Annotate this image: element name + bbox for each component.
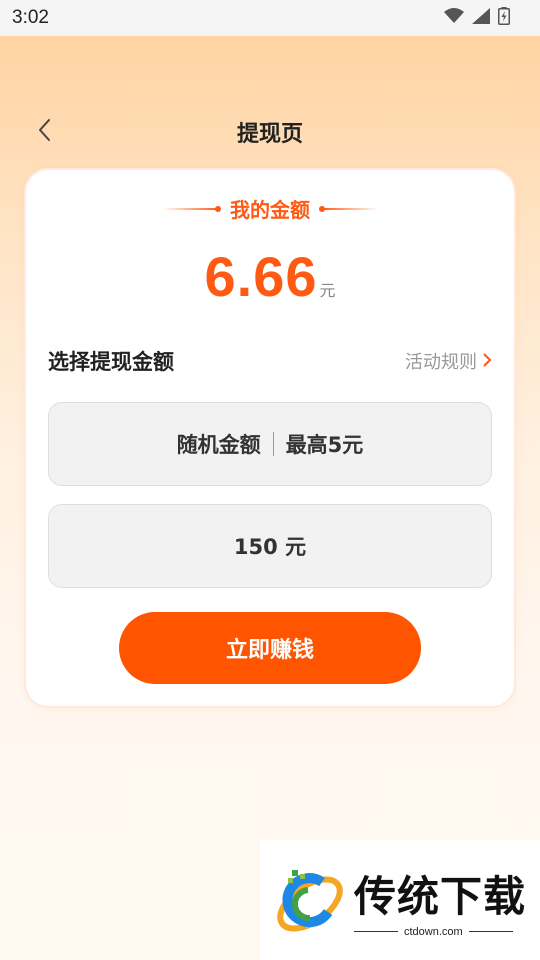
balance-header: 我的金额 (26, 194, 514, 223)
withdraw-section-header: 选择提现金额 活动规则 (48, 344, 492, 378)
activity-rules-link[interactable]: 活动规则 (405, 348, 492, 374)
status-icons (444, 7, 510, 29)
withdraw-option-150[interactable]: 150 元 (48, 504, 492, 588)
withdraw-option-random[interactable]: 随机金额 最高5元 (48, 402, 492, 486)
back-button[interactable] (28, 116, 60, 148)
page-header: 提现页 (0, 108, 540, 156)
balance-label: 我的金额 (230, 198, 310, 222)
watermark-title: 传统下载 (354, 871, 527, 921)
battery-icon (498, 7, 510, 29)
chevron-right-icon (483, 351, 492, 372)
option-divider (272, 432, 274, 456)
withdraw-card: 我的金额 6.66 元 选择提现金额 活动规则 随机金额 最高5元 150 元 … (26, 170, 514, 706)
signal-icon (472, 8, 490, 28)
watermark: 传统下载 ctdown.com (260, 840, 540, 960)
earn-money-label: 立即赚钱 (225, 638, 314, 663)
withdraw-section-title: 选择提现金额 (48, 350, 174, 374)
balance-amount: 6.66 (204, 245, 318, 308)
watermark-line-right (468, 931, 513, 932)
option-random-label: 随机金额 (176, 433, 261, 457)
wifi-icon (444, 8, 464, 28)
back-chevron-icon (37, 118, 51, 146)
activity-rules-label: 活动规则 (405, 352, 477, 373)
option-max-label: 最高5元 (285, 433, 364, 457)
decorative-line-left (162, 205, 221, 212)
option-150-label: 150 元 (233, 535, 307, 559)
balance-unit: 元 (319, 281, 336, 300)
watermark-text: 传统下载 ctdown.com (354, 863, 526, 938)
page-title: 提现页 (236, 122, 303, 147)
watermark-line-left (354, 931, 398, 932)
watermark-domain: ctdown.com (404, 925, 463, 938)
status-time: 3:02 (12, 7, 49, 28)
decorative-line-right (319, 205, 378, 212)
status-bar: 3:02 (0, 0, 540, 36)
earn-money-button[interactable]: 立即赚钱 (119, 612, 421, 684)
watermark-sub: ctdown.com (354, 926, 513, 938)
ctdown-logo (270, 860, 350, 940)
balance-value: 6.66 元 (26, 244, 514, 309)
